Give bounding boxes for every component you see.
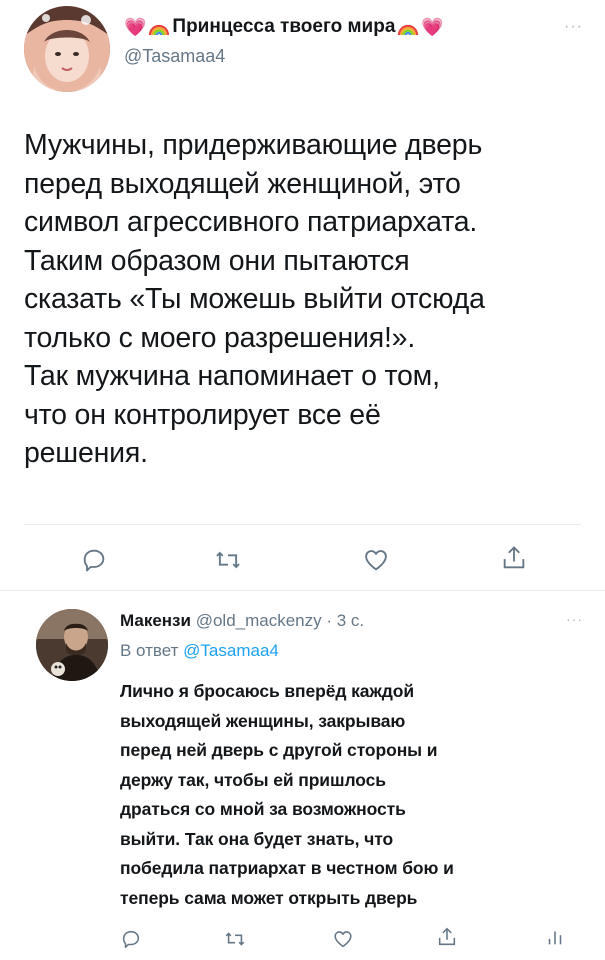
like-button[interactable] (362, 546, 390, 574)
tweet-text-line: выходящей женщины, закрываю (120, 710, 406, 731)
handle[interactable]: @old_mackenzy (196, 611, 322, 630)
tweet-text-line: перед выходящей женщиной, это (24, 167, 461, 200)
tweet-text: Мужчины, придерживающие дверь перед выхо… (24, 126, 584, 473)
like-icon (334, 931, 352, 948)
reply-header: Макензи @old_mackenzy · 3 с. (120, 611, 364, 631)
share-button[interactable] (436, 926, 458, 948)
tweet-text-line: символ агрессивного патриархата. (24, 206, 478, 238)
tweet-text-line: решения. (24, 437, 148, 469)
avatar[interactable] (24, 6, 110, 92)
replying-to-prefix: В ответ (120, 641, 184, 660)
replying-to: В ответ @Tasamaa4 (120, 641, 279, 661)
reply-icon (122, 930, 140, 949)
tweet-text-line: держу так, чтобы ей пришлось (120, 769, 386, 790)
avatar[interactable] (36, 609, 108, 681)
more-options-icon[interactable]: ··· (566, 611, 583, 627)
tweet-text-line: что он контролирует все её (24, 398, 381, 431)
rainbow-icon (149, 24, 170, 36)
retweet-button[interactable] (214, 546, 242, 574)
share-icon (438, 927, 456, 946)
more-options-icon[interactable]: ··· (564, 18, 583, 36)
mention-link[interactable]: @Tasamaa4 (183, 641, 279, 660)
meta-separator: · (321, 611, 337, 630)
handle[interactable]: @Tasamaa4 (124, 46, 225, 67)
tweet-text-line: сказать «Ты можешь выйти отсюда (24, 283, 485, 315)
tweet-text-line: драться со мной за возможность (120, 799, 406, 819)
reply-button[interactable] (120, 928, 142, 950)
reply-icon (83, 549, 105, 572)
reply-button[interactable] (80, 546, 108, 574)
heart-icon: 💗 (421, 17, 444, 37)
rainbow-icon (398, 24, 419, 36)
avatar-photo-icon (36, 609, 108, 681)
tweet-text-line: перед ней дверь с другой стороны и (120, 740, 438, 760)
share-icon (503, 546, 525, 569)
tweet-actions (80, 542, 540, 578)
like-button[interactable] (332, 928, 354, 950)
tweet-actions (120, 926, 580, 954)
retweet-button[interactable] (224, 928, 246, 950)
tweet-text-line: Мужчины, придерживающие дверь (24, 129, 483, 161)
retweet-icon (225, 932, 245, 946)
tweet-text-line: Таким образом они пытаются (24, 244, 410, 277)
like-icon (365, 550, 387, 571)
reply-tweet: Макензи @old_mackenzy · 3 с. ··· В ответ… (0, 591, 605, 960)
tweet-text-line: Так мужчина напоминает о том, (24, 360, 440, 392)
tweet-text-line: победила патриархат в честном бою и (120, 858, 454, 878)
tweet-text: Лично я бросаюсь вперёд каждой выходящей… (120, 677, 582, 913)
retweet-icon (216, 551, 240, 569)
heart-icon: 💗 (124, 17, 147, 37)
display-name[interactable]: Макензи (120, 611, 191, 630)
tweet-text-line: Лично я бросаюсь вперёд каждой (120, 681, 415, 701)
tweet-text-line: только с моего разрешения!». (24, 321, 416, 354)
divider (24, 524, 581, 525)
analytics-button[interactable] (544, 926, 566, 948)
avatar-photo-icon (24, 6, 110, 92)
tweet-text-line: теперь сама может открыть дверь (120, 887, 418, 908)
display-name[interactable]: 💗 Принцесса твоего мира 💗 (124, 16, 444, 38)
analytics-icon (548, 931, 562, 945)
tweet-text-line: выйти. Так она будет знать, что (120, 828, 394, 849)
timestamp[interactable]: 3 с. (337, 611, 364, 630)
main-tweet: 💗 Принцесса твоего мира 💗 @Tasamaa4 ··· … (0, 0, 605, 590)
share-button[interactable] (500, 544, 528, 572)
display-name-text: Принцесса твоего мира (172, 16, 396, 37)
